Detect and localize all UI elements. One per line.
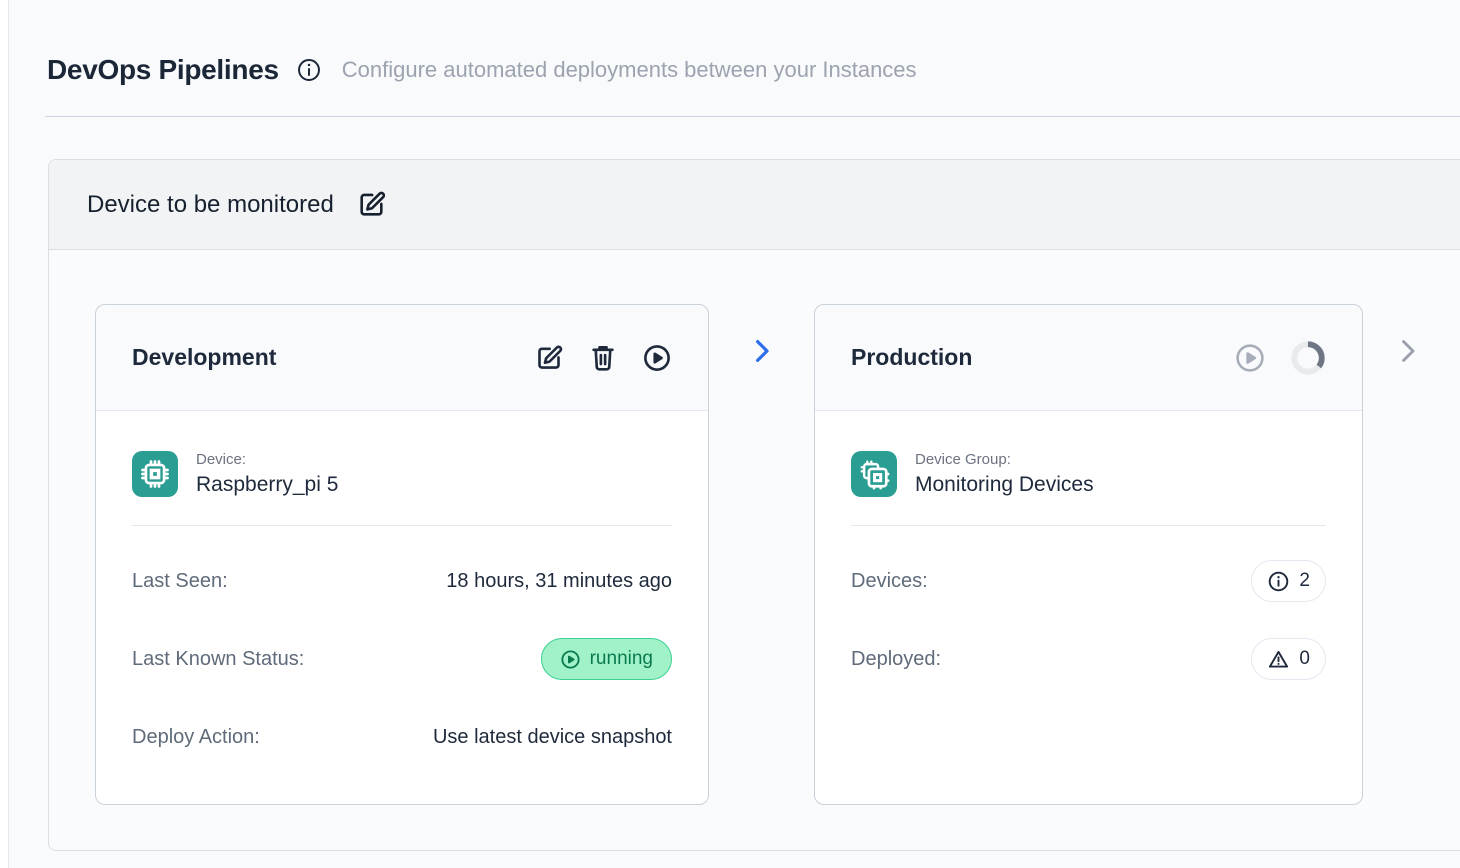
deploy-action-value: Use latest device snapshot xyxy=(433,726,672,749)
development-card-header: Development xyxy=(96,305,708,411)
edit-square-icon xyxy=(534,343,564,373)
devops-pipelines-page: DevOps Pipelines Configure automated dep… xyxy=(8,0,1460,868)
development-actions xyxy=(534,343,672,373)
pipeline-stages: Development xyxy=(49,250,1460,805)
device-name: Raspberry_pi 5 xyxy=(196,473,338,497)
production-card-body: Device Group: Monitoring Devices Devices… xyxy=(815,411,1362,682)
last-seen-row: Last Seen: 18 hours, 31 minutes ago xyxy=(132,558,672,604)
edit-square-icon xyxy=(356,189,387,220)
deployed-row: Deployed: 0 xyxy=(851,636,1326,682)
page-header: DevOps Pipelines Configure automated dep… xyxy=(9,0,1460,86)
header-divider xyxy=(45,116,1460,117)
stage-card-production: Production xyxy=(814,304,1363,805)
last-seen-value: 18 hours, 31 minutes ago xyxy=(446,570,672,593)
device-group-info: Device Group: Monitoring Devices xyxy=(915,451,1094,497)
devices-row: Devices: 2 xyxy=(851,558,1326,604)
card-divider xyxy=(851,525,1326,526)
trash-icon xyxy=(588,343,618,373)
card-divider xyxy=(132,525,672,526)
devices-count: 2 xyxy=(1299,570,1310,592)
info-circle-icon xyxy=(1267,570,1290,593)
deploy-action-row: Deploy Action: Use latest device snapsho… xyxy=(132,714,672,760)
production-card-header: Production xyxy=(815,305,1362,411)
chip-icon xyxy=(132,451,178,497)
deployed-count-badge[interactable]: 0 xyxy=(1251,638,1326,680)
pipeline-panel-header: Device to be monitored xyxy=(49,160,1460,250)
play-circle-icon xyxy=(1234,342,1266,374)
edit-stage-button[interactable] xyxy=(534,343,564,373)
edit-pipeline-button[interactable] xyxy=(356,189,387,220)
stage-card-development: Development xyxy=(95,304,709,805)
status-value: running xyxy=(590,648,653,670)
chevron-right-icon xyxy=(747,336,777,366)
last-seen-label: Last Seen: xyxy=(132,570,228,593)
status-row: Last Known Status: running xyxy=(132,636,672,682)
production-title: Production xyxy=(851,344,972,371)
development-card-body: Device: Raspberry_pi 5 Last Seen: 18 hou… xyxy=(96,411,708,760)
deployed-count: 0 xyxy=(1299,648,1310,670)
next-stage-arrow xyxy=(1363,304,1453,366)
play-circle-icon xyxy=(642,343,672,373)
run-stage-button[interactable] xyxy=(642,343,672,373)
deploy-action-label: Deploy Action: xyxy=(132,726,260,749)
status-badge: running xyxy=(541,638,672,680)
run-stage-button-disabled xyxy=(1234,342,1266,374)
devices-label: Devices: xyxy=(851,570,928,593)
device-row: Device: Raspberry_pi 5 xyxy=(132,451,672,497)
device-info: Device: Raspberry_pi 5 xyxy=(196,451,338,497)
info-circle-icon[interactable] xyxy=(296,57,322,83)
status-label: Last Known Status: xyxy=(132,648,304,671)
device-group-name: Monitoring Devices xyxy=(915,473,1094,497)
loading-spinner xyxy=(1290,340,1326,376)
pipeline-panel: Device to be monitored Development xyxy=(48,159,1460,851)
chip-group-icon xyxy=(851,451,897,497)
deployed-label: Deployed: xyxy=(851,648,941,671)
pipeline-title: Device to be monitored xyxy=(87,191,334,219)
stage-flow-arrow xyxy=(709,304,814,366)
device-label: Device: xyxy=(196,451,338,468)
device-group-row: Device Group: Monitoring Devices xyxy=(851,451,1326,497)
page-subtitle: Configure automated deployments between … xyxy=(342,57,917,83)
production-actions xyxy=(1234,340,1326,376)
development-title: Development xyxy=(132,344,276,371)
devices-count-badge[interactable]: 2 xyxy=(1251,560,1326,602)
play-circle-icon xyxy=(560,649,581,670)
page-title: DevOps Pipelines xyxy=(47,54,279,86)
delete-stage-button[interactable] xyxy=(588,343,618,373)
warning-triangle-icon xyxy=(1267,648,1290,671)
device-group-label: Device Group: xyxy=(915,451,1094,468)
chevron-right-icon xyxy=(1393,336,1423,366)
